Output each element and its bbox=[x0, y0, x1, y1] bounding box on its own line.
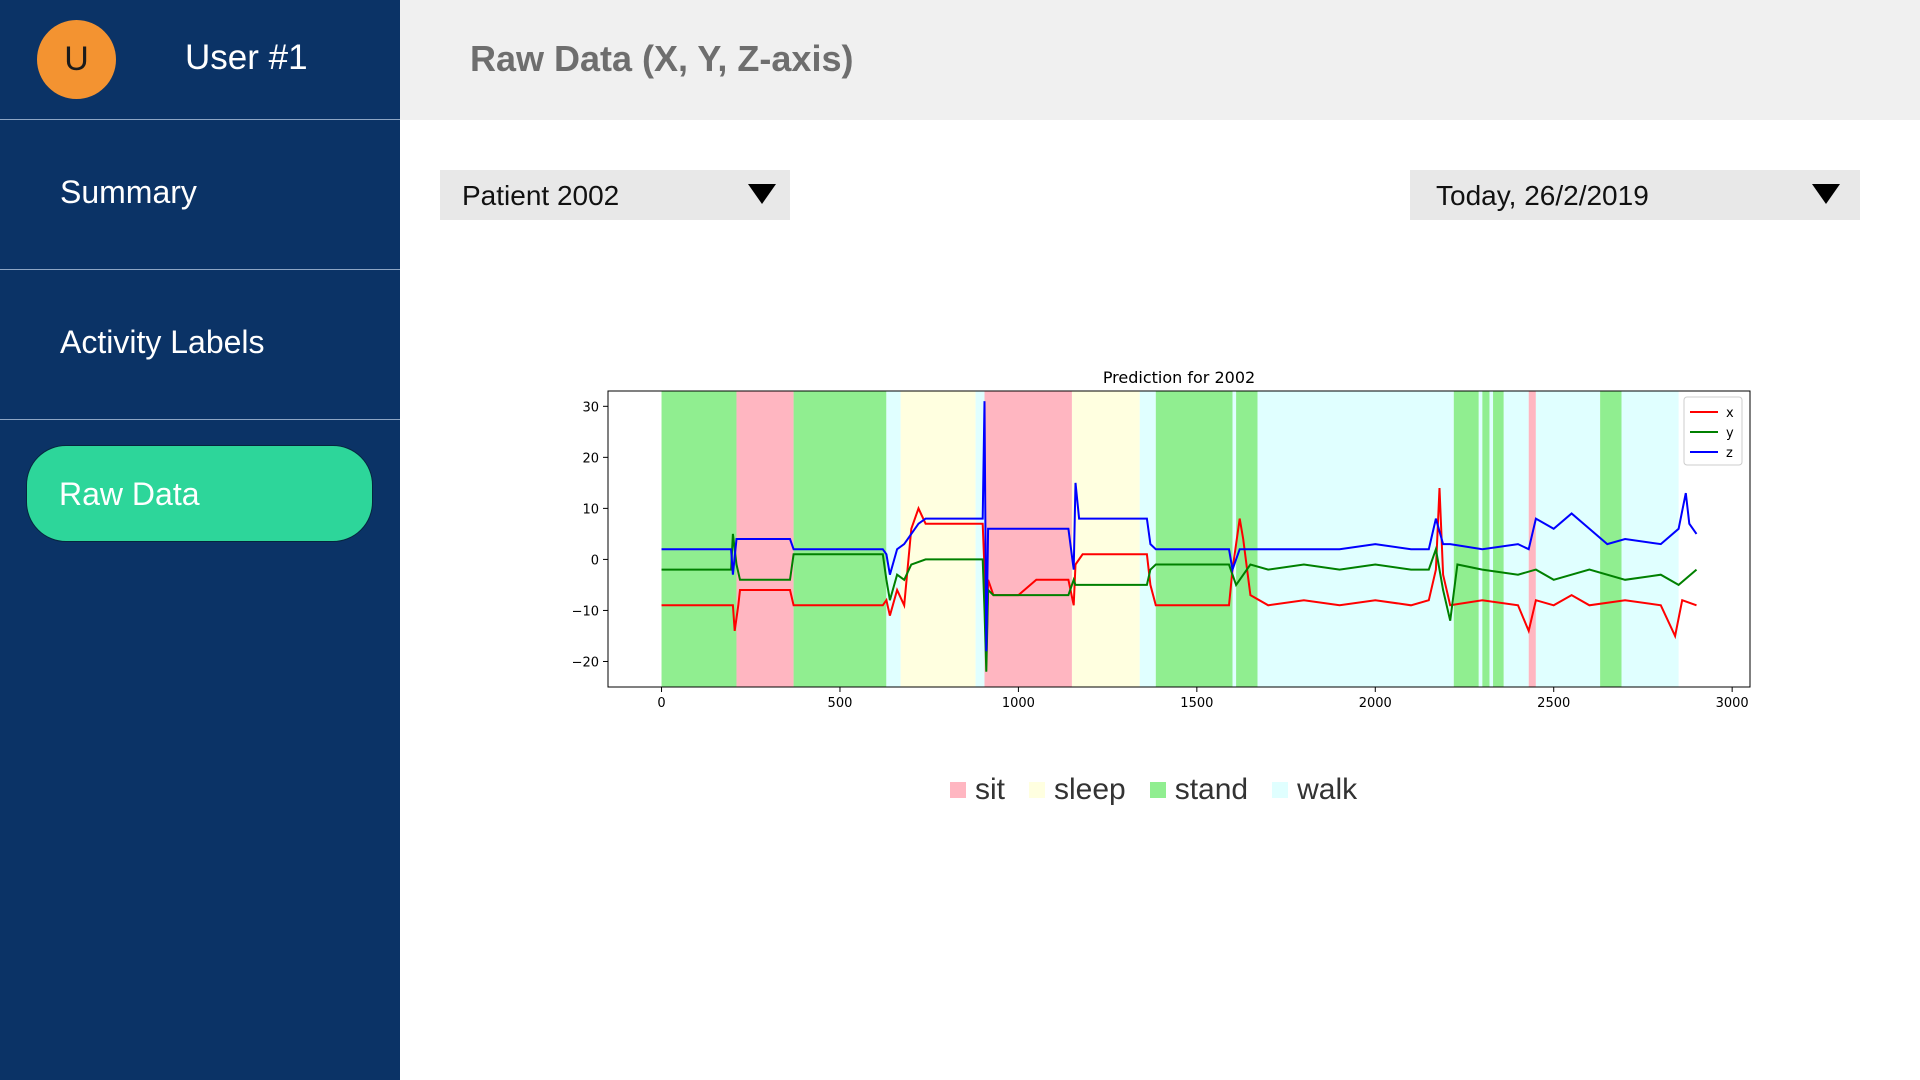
activity-span-walk bbox=[1535, 391, 1601, 687]
activity-span-stand bbox=[1236, 391, 1258, 687]
legend-label: sleep bbox=[1054, 773, 1126, 806]
legend-label-y: y bbox=[1726, 426, 1734, 441]
activity-span-sit bbox=[1528, 391, 1536, 687]
sidebar-item-raw-data[interactable]: Raw Data bbox=[26, 445, 373, 542]
chevron-down-icon[interactable] bbox=[1812, 184, 1840, 204]
activity-span-walk bbox=[1489, 391, 1494, 687]
sidebar-item-label: Activity Labels bbox=[60, 324, 265, 360]
chevron-down-icon[interactable] bbox=[748, 184, 776, 204]
legend-item-stand: stand bbox=[1149, 773, 1249, 807]
activity-span-stand bbox=[1600, 391, 1622, 687]
activity-legend: sit sleep stand walk bbox=[950, 770, 1381, 810]
activity-span-walk bbox=[1139, 391, 1156, 687]
x-tick-label: 2500 bbox=[1537, 696, 1570, 711]
y-tick-label: 30 bbox=[582, 400, 599, 415]
user-block: U User #1 bbox=[0, 0, 400, 120]
activity-span-sleep bbox=[1071, 391, 1140, 687]
sidebar-item-summary[interactable]: Summary bbox=[0, 120, 400, 270]
sidebar-item-label: Summary bbox=[60, 174, 197, 210]
legend-item-walk: walk bbox=[1272, 773, 1357, 807]
raw-data-chart: 0 500 1000 1500 2000 2500 3000 −20 −10 0 10 20 30 Pre… bbox=[572, 368, 1751, 711]
activity-span-walk bbox=[1478, 391, 1483, 687]
chart-title: Prediction for 2002 bbox=[1103, 368, 1255, 387]
legend-item-sleep: sleep bbox=[1029, 773, 1126, 807]
x-tick-label: 1000 bbox=[1002, 696, 1035, 711]
y-tick-label: −20 bbox=[572, 655, 599, 670]
activity-span-sit bbox=[984, 391, 1072, 687]
patient-dropdown-value: Patient 2002 bbox=[462, 180, 620, 211]
page-title: Raw Data (X, Y, Z-axis) bbox=[470, 38, 854, 79]
activity-span-stand bbox=[1453, 391, 1479, 687]
activity-span-sleep bbox=[900, 391, 976, 687]
avatar[interactable]: U bbox=[37, 20, 116, 99]
legend-label-z: z bbox=[1726, 446, 1733, 461]
x-tick-label: 500 bbox=[828, 696, 853, 711]
legend-swatch-sit bbox=[950, 782, 966, 798]
y-tick-label: 20 bbox=[582, 451, 599, 466]
user-name: User #1 bbox=[185, 38, 308, 77]
activity-span-walk bbox=[1257, 391, 1454, 687]
patient-dropdown[interactable]: Patient 2002 bbox=[440, 170, 790, 220]
activity-span-stand bbox=[1493, 391, 1504, 687]
legend-label-x: x bbox=[1726, 406, 1734, 421]
y-tick-label: 10 bbox=[582, 502, 599, 517]
activity-span-walk bbox=[886, 391, 901, 687]
date-dropdown[interactable]: Today, 26/2/2019 bbox=[1410, 170, 1860, 220]
activity-span-walk bbox=[1503, 391, 1529, 687]
sidebar: U User #1 Summary Activity Labels Raw Da… bbox=[0, 0, 400, 1080]
header: Raw Data (X, Y, Z-axis) bbox=[400, 0, 1920, 120]
legend-label: sit bbox=[975, 773, 1005, 806]
y-tick-label: −10 bbox=[572, 604, 599, 619]
legend-item-sit: sit bbox=[950, 773, 1005, 807]
legend-swatch-sleep bbox=[1029, 782, 1045, 798]
legend-swatch-stand bbox=[1149, 782, 1166, 798]
legend-label: walk bbox=[1297, 773, 1358, 806]
x-tick-label: 0 bbox=[657, 696, 665, 711]
activity-span-stand bbox=[1155, 391, 1233, 687]
legend-label: stand bbox=[1174, 773, 1249, 806]
activity-span-walk bbox=[1232, 391, 1237, 687]
legend-swatch-walk bbox=[1272, 782, 1289, 798]
sidebar-item-label: Raw Data bbox=[59, 476, 200, 512]
x-tick-label: 1500 bbox=[1180, 696, 1213, 711]
y-tick-label: 0 bbox=[591, 553, 599, 568]
activity-span-stand bbox=[793, 391, 887, 687]
sidebar-item-activity-labels[interactable]: Activity Labels bbox=[0, 270, 400, 420]
date-dropdown-value: Today, 26/2/2019 bbox=[1436, 180, 1649, 211]
x-tick-label: 2000 bbox=[1359, 696, 1392, 711]
activity-span-stand bbox=[661, 391, 737, 687]
activity-span-stand bbox=[1482, 391, 1490, 687]
x-tick-label: 3000 bbox=[1716, 696, 1749, 711]
